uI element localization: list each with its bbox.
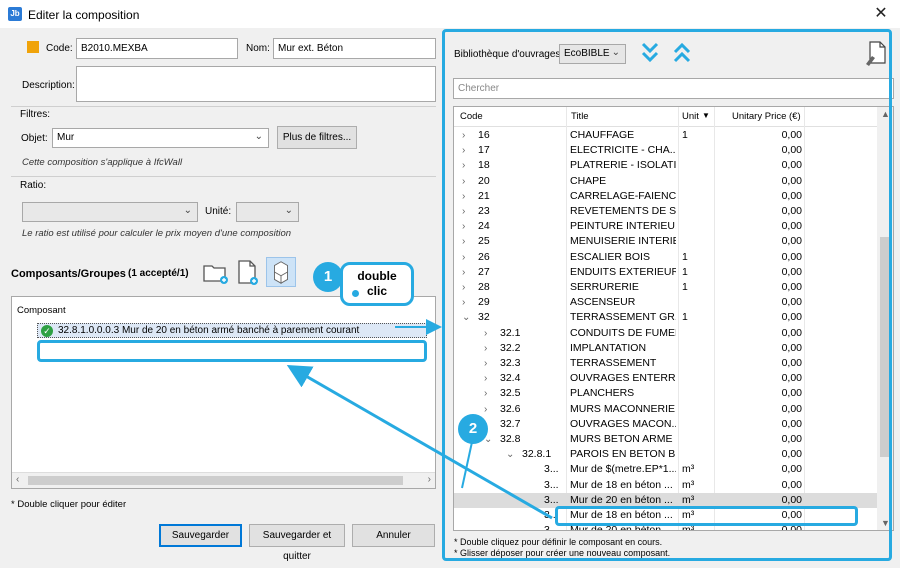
title-bar: Jb Editer la composition ✕ — [0, 0, 900, 28]
drop-target-highlight — [37, 340, 427, 362]
horizontal-scrollbar[interactable]: ‹ › — [12, 472, 435, 488]
filter-note: Cette composition s'applique à IfcWall — [22, 157, 183, 168]
components-list[interactable]: Composant ✓ 32.8.1.0.0.0.3 Mur de 20 en … — [11, 296, 436, 489]
cancel-button[interactable]: Annuler — [352, 524, 435, 547]
scroll-right-icon[interactable]: › — [428, 474, 431, 485]
add-component-button[interactable] — [232, 257, 262, 287]
objet-label: Objet: — [21, 133, 48, 144]
filtres-label: Filtres: — [20, 109, 50, 120]
description-input[interactable] — [76, 66, 436, 102]
save-quit-button[interactable]: Sauvegarder et quitter — [249, 524, 345, 562]
nom-input[interactable]: Mur ext. Béton — [273, 38, 436, 59]
scroll-thumb[interactable] — [28, 476, 403, 485]
double-click-bubble: double clic — [340, 262, 414, 306]
save-button[interactable]: Sauvegarder — [159, 524, 242, 547]
components-footer-note: * Double cliquer pour éditer — [11, 499, 127, 510]
composant-column-header: Composant — [17, 305, 66, 316]
chevron-down-icon: ⌄ — [284, 205, 293, 216]
code-input[interactable]: B2010.MEXBA — [76, 38, 238, 59]
unite-select[interactable]: ⌄ — [236, 202, 299, 222]
component-row[interactable]: ✓ 32.8.1.0.0.0.3 Mur de 20 en béton armé… — [37, 323, 427, 338]
ratio-label: Ratio: — [20, 180, 47, 191]
cubes-icon — [274, 261, 288, 285]
objet-select[interactable]: Mur ⌄ — [52, 128, 269, 148]
ratio-select[interactable]: ⌄ — [22, 202, 198, 222]
code-color-swatch — [27, 41, 39, 53]
folder-add-icon — [203, 265, 228, 284]
nom-label: Nom: — [246, 43, 270, 54]
objet-value: Mur — [57, 132, 75, 143]
step-badge-2: 2 — [458, 414, 488, 444]
components-title: Composants/Groupes — [11, 268, 126, 280]
unite-label: Unité: — [205, 206, 232, 217]
chevron-down-icon: ⌄ — [183, 205, 192, 216]
library-highlight-frame — [442, 29, 892, 561]
more-filters-button[interactable]: Plus de filtres... — [277, 126, 357, 149]
step-badge-1: 1 — [313, 262, 343, 292]
close-icon[interactable]: ✕ — [870, 4, 892, 24]
add-group-button[interactable] — [200, 257, 230, 287]
ratio-note: Le ratio est utilisé pour calculer le pr… — [22, 228, 292, 239]
library-blocks-button[interactable] — [266, 257, 296, 287]
window-title: Editer la composition — [28, 8, 140, 22]
check-circle-icon: ✓ — [41, 325, 53, 337]
description-label: Description: — [22, 80, 75, 91]
bubble-line-1: double — [357, 269, 397, 283]
code-label: Code: — [46, 43, 73, 54]
components-count: (1 accepté/1) — [128, 268, 189, 279]
document-add-icon — [238, 260, 258, 285]
chevron-down-icon: ⌄ — [254, 131, 263, 142]
source-row-highlight — [555, 506, 858, 526]
app-icon: Jb — [8, 7, 22, 21]
component-row-label: 32.8.1.0.0.0.3 Mur de 20 en béton armé b… — [58, 325, 360, 336]
scroll-left-icon[interactable]: ‹ — [16, 474, 19, 485]
